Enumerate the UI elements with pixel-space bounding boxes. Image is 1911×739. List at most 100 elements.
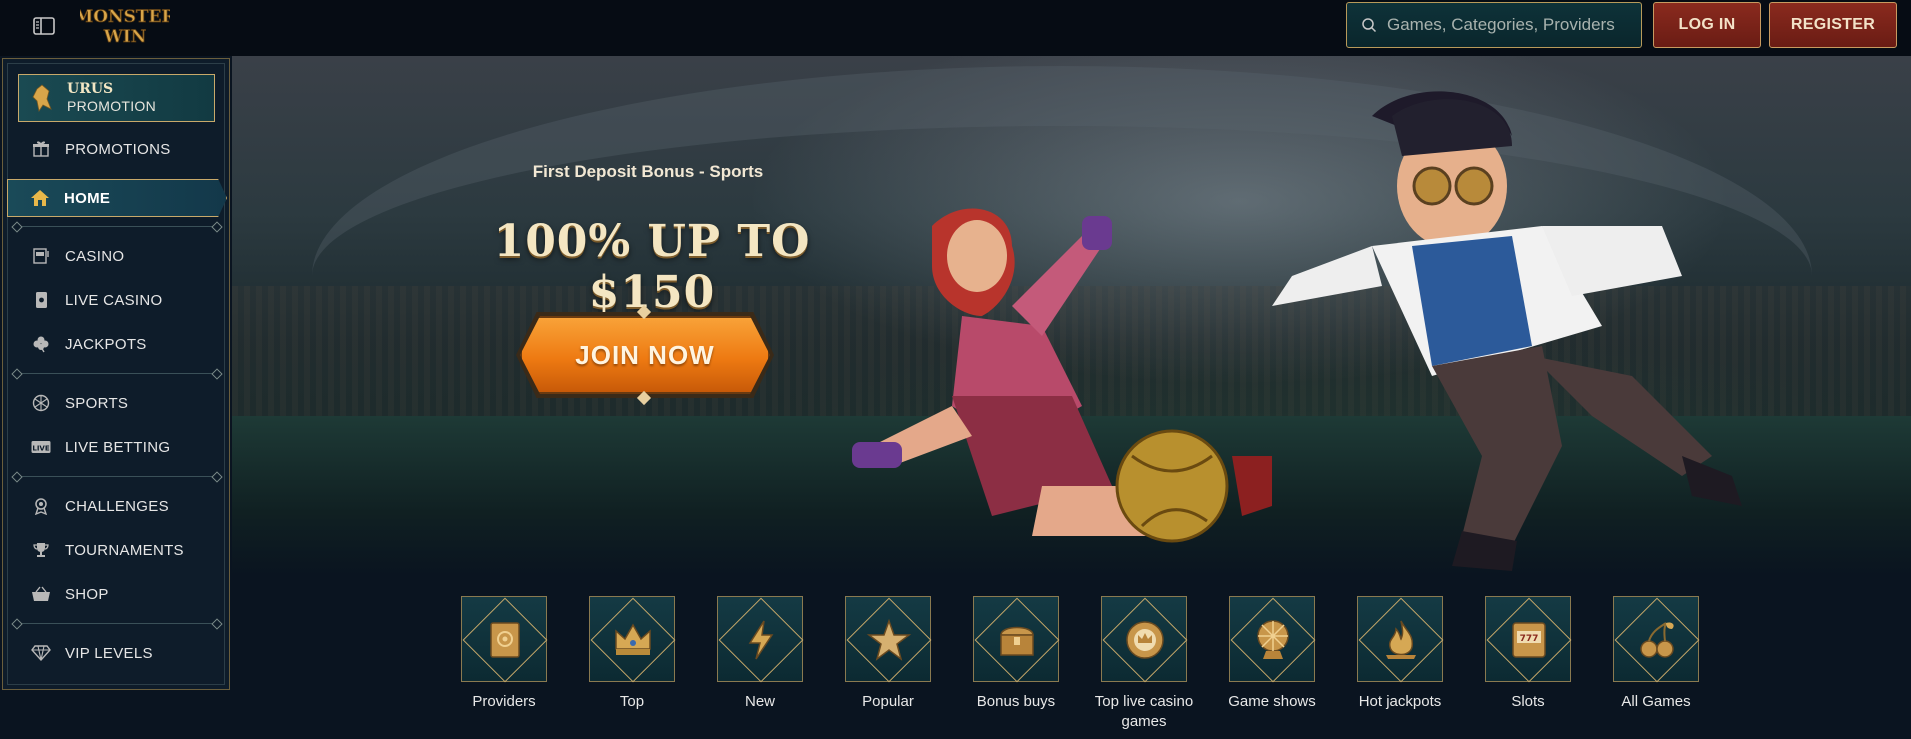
sidebar-item-live-casino[interactable]: LIVE CASINO bbox=[19, 283, 219, 317]
sidebar-divider bbox=[15, 226, 219, 227]
category-label: New bbox=[744, 693, 775, 710]
category-new[interactable]: New bbox=[696, 596, 824, 712]
svg-text:LIVE: LIVE bbox=[32, 445, 49, 453]
promo-card-title: URUS bbox=[67, 81, 114, 97]
join-now-button[interactable]: JOIN NOW bbox=[516, 304, 774, 406]
hero-banner[interactable]: First Deposit Bonus - Sports 100% UP TO … bbox=[232, 56, 1911, 576]
category-providers[interactable]: Providers bbox=[440, 596, 568, 712]
category-label: All Games bbox=[1621, 693, 1691, 710]
playing-card-icon bbox=[31, 290, 51, 310]
category-tile bbox=[1101, 596, 1188, 683]
bull-icon bbox=[32, 84, 52, 113]
sidebar-item-live-betting[interactable]: LIVE LIVE BETTING bbox=[19, 430, 219, 464]
promo-card-subtitle: PROMOTION bbox=[67, 98, 157, 114]
hero-character-boy bbox=[1272, 91, 1742, 571]
category-top-live-casino-games[interactable]: Top live casino games bbox=[1080, 596, 1208, 732]
category-tile bbox=[845, 596, 932, 683]
category-game-shows[interactable]: Game shows bbox=[1208, 596, 1336, 712]
category-popular[interactable]: Popular bbox=[824, 596, 952, 712]
cherries-icon bbox=[1640, 622, 1674, 658]
sidebar-item-shop[interactable]: SHOP bbox=[19, 577, 219, 611]
sidebar-item-casino[interactable]: CASINO bbox=[19, 239, 219, 273]
game-categories: Providers Top New Popular Bonus buys Top… bbox=[440, 596, 1720, 736]
sidebar-item-tournaments[interactable]: TOURNAMENTS bbox=[19, 533, 219, 567]
crown-icon bbox=[615, 623, 651, 655]
category-label: Popular bbox=[862, 693, 914, 710]
urus-promotion-card[interactable]: URUS PROMOTION bbox=[18, 74, 215, 122]
category-tile bbox=[589, 596, 676, 683]
sidebar-divider bbox=[15, 373, 219, 374]
category-top[interactable]: Top bbox=[568, 596, 696, 712]
sidebar-item-label: TOURNAMENTS bbox=[65, 541, 184, 559]
basket-icon bbox=[31, 584, 51, 604]
svg-text:777: 777 bbox=[1520, 634, 1539, 644]
sidebar-item-label: SHOP bbox=[65, 585, 109, 603]
sidebar-item-challenges[interactable]: CHALLENGES bbox=[19, 489, 219, 523]
medal-icon bbox=[31, 496, 51, 516]
sidebar-item-label: LIVE BETTING bbox=[65, 438, 171, 456]
gift-icon bbox=[31, 139, 51, 159]
category-label: Top bbox=[619, 693, 645, 710]
category-bonus-buys[interactable]: Bonus buys bbox=[952, 596, 1080, 712]
diamond-icon bbox=[31, 643, 51, 663]
category-label: Hot jackpots bbox=[1358, 693, 1442, 710]
category-label: Providers bbox=[472, 693, 536, 710]
slot-777-icon: 777 bbox=[1512, 622, 1546, 658]
wheel-icon bbox=[1257, 620, 1289, 659]
trophy-icon bbox=[31, 540, 51, 560]
sidebar-item-label: VIP LEVELS bbox=[65, 644, 153, 662]
sidebar-item-sports[interactable]: SPORTS bbox=[19, 386, 219, 420]
sidebar-item-jackpots[interactable]: JACKPOTS bbox=[19, 327, 219, 361]
sidebar-item-label: LIVE CASINO bbox=[65, 291, 163, 309]
top-bar: MONSTER WIN LOG IN REGISTER bbox=[0, 0, 1911, 56]
site-logo[interactable]: MONSTER WIN bbox=[74, 2, 177, 50]
search-box[interactable] bbox=[1346, 2, 1642, 48]
sidebar-item-home[interactable]: HOME bbox=[7, 179, 227, 217]
search-input[interactable] bbox=[1387, 15, 1627, 35]
category-slots[interactable]: 777 Slots bbox=[1464, 596, 1592, 712]
category-label: Top live casino games bbox=[1094, 693, 1194, 730]
sidebar-divider bbox=[15, 476, 219, 477]
sidebar-toggle-icon[interactable] bbox=[33, 16, 55, 36]
clover-icon bbox=[31, 334, 51, 354]
book-gear-icon bbox=[490, 622, 520, 658]
hero-character-girl bbox=[852, 208, 1272, 543]
flame-icon bbox=[1386, 620, 1416, 659]
hero-headline: 100% UP TO $150 bbox=[493, 216, 811, 318]
sidebar-item-vip-levels[interactable]: VIP LEVELS bbox=[19, 636, 219, 670]
category-tile bbox=[1357, 596, 1444, 683]
lightning-icon bbox=[748, 620, 774, 660]
join-now-label: JOIN NOW bbox=[575, 339, 715, 370]
category-hot-jackpots[interactable]: Hot jackpots bbox=[1336, 596, 1464, 712]
category-tile: 777 bbox=[1485, 596, 1572, 683]
home-icon bbox=[30, 188, 50, 208]
category-tile bbox=[973, 596, 1060, 683]
login-button[interactable]: LOG IN bbox=[1653, 2, 1761, 48]
ball-icon bbox=[31, 393, 51, 413]
logo-text-top: MONSTER bbox=[80, 7, 170, 27]
sidebar-divider bbox=[15, 623, 219, 624]
sidebar-item-label: SPORTS bbox=[65, 394, 129, 412]
live-badge-icon: LIVE bbox=[31, 437, 51, 457]
category-tile bbox=[1229, 596, 1316, 683]
category-label: Game shows bbox=[1228, 693, 1316, 710]
category-label: Bonus buys bbox=[976, 693, 1056, 710]
category-label: Slots bbox=[1511, 693, 1545, 710]
category-all-games[interactable]: All Games bbox=[1592, 596, 1720, 712]
search-icon bbox=[1362, 18, 1377, 33]
logo-text-bottom: WIN bbox=[103, 27, 147, 47]
category-tile bbox=[1613, 596, 1700, 683]
sidebar-item-label: HOME bbox=[64, 189, 111, 207]
sidebar-item-label: JACKPOTS bbox=[65, 335, 147, 353]
star-icon bbox=[866, 618, 912, 661]
sidebar-nav: URUS PROMOTION PROMOTIONS HOME CASINO LI… bbox=[2, 58, 230, 690]
category-tile bbox=[717, 596, 804, 683]
sidebar-item-label: PROMOTIONS bbox=[65, 140, 171, 158]
sidebar-item-promotions[interactable]: PROMOTIONS bbox=[19, 132, 219, 166]
chest-icon bbox=[1000, 626, 1034, 656]
register-button[interactable]: REGISTER bbox=[1769, 2, 1897, 48]
category-tile bbox=[461, 596, 548, 683]
chip-crown-icon bbox=[1126, 621, 1164, 659]
sidebar-item-label: CHALLENGES bbox=[65, 497, 169, 515]
sidebar-item-label: CASINO bbox=[65, 247, 125, 265]
